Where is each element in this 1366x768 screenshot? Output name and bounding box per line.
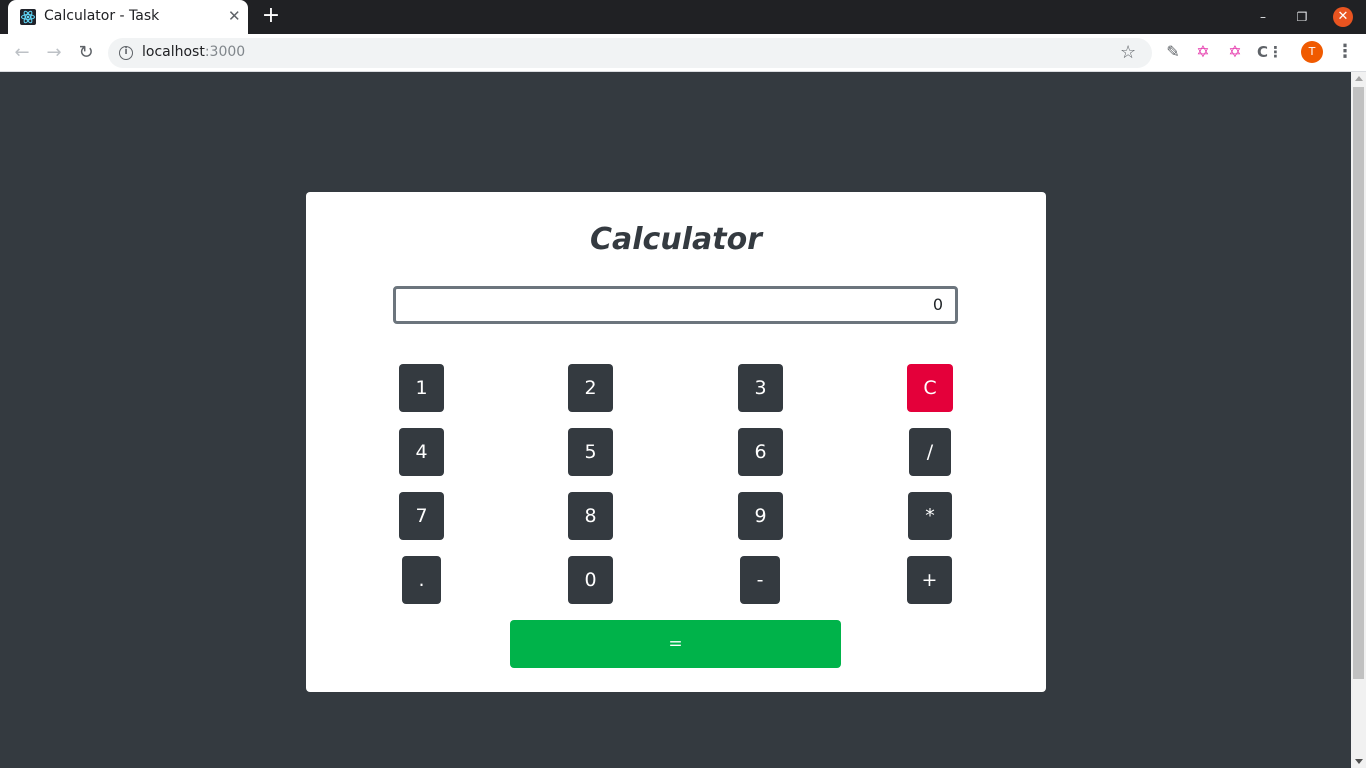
key-5-button[interactable]: 5 bbox=[568, 428, 613, 476]
forward-icon[interactable]: → bbox=[42, 41, 66, 65]
menu-icon[interactable]: ⋮ bbox=[1336, 40, 1354, 64]
key-9-button[interactable]: 9 bbox=[738, 492, 783, 540]
browser-toolbar: ← → ↻ i localhost:3000 ☆ bbox=[0, 34, 1366, 72]
graphql-extension-icon[interactable]: ✡ bbox=[1225, 42, 1245, 62]
page-title: Calculator bbox=[590, 222, 762, 257]
key-7-button[interactable]: 7 bbox=[399, 492, 444, 540]
tab-close-icon[interactable]: ✕ bbox=[228, 8, 241, 24]
window-close-button[interactable]: ✕ bbox=[1333, 7, 1353, 27]
reload-icon[interactable]: ↻ bbox=[74, 41, 98, 65]
info-icon[interactable]: i bbox=[119, 46, 133, 60]
css-extension-icon[interactable]: C⋮ bbox=[1257, 42, 1283, 62]
key-6-button[interactable]: 6 bbox=[738, 428, 783, 476]
calculator-display: 0 bbox=[393, 286, 958, 324]
calculator-card: Calculator 0 1 2 3 C 4 5 6 / 7 8 9 * . 0… bbox=[306, 192, 1046, 692]
key-1-button[interactable]: 1 bbox=[399, 364, 444, 412]
star-icon[interactable]: ☆ bbox=[1120, 42, 1136, 63]
address-bar[interactable]: i localhost:3000 ☆ bbox=[108, 38, 1152, 68]
key-3-button[interactable]: 3 bbox=[738, 364, 783, 412]
react-icon bbox=[20, 9, 36, 25]
url-port: :3000 bbox=[204, 44, 246, 60]
scroll-thumb[interactable] bbox=[1353, 87, 1364, 679]
key-2-button[interactable]: 2 bbox=[568, 364, 613, 412]
avatar[interactable]: T bbox=[1301, 41, 1323, 63]
divide-button[interactable]: / bbox=[909, 428, 951, 476]
eyedropper-extension-icon[interactable]: ✎ bbox=[1163, 42, 1183, 62]
multiply-button[interactable]: * bbox=[908, 492, 952, 540]
tab-calculator[interactable]: Calculator - Task ✕ bbox=[8, 0, 248, 34]
url-host: localhost bbox=[142, 44, 205, 60]
graphql-extension-icon[interactable]: ✡ bbox=[1193, 42, 1213, 62]
url-text: localhost:3000 bbox=[142, 44, 245, 60]
minus-button[interactable]: - bbox=[740, 556, 780, 604]
tab-strip: Calculator - Task ✕ + – ❐ ✕ bbox=[0, 0, 1366, 34]
plus-button[interactable]: + bbox=[907, 556, 952, 604]
window-maximize-button[interactable]: ❐ bbox=[1292, 7, 1312, 27]
decimal-button[interactable]: . bbox=[402, 556, 441, 604]
window-minimize-button[interactable]: – bbox=[1253, 7, 1273, 27]
key-4-button[interactable]: 4 bbox=[399, 428, 444, 476]
clear-button[interactable]: C bbox=[907, 364, 953, 412]
key-8-button[interactable]: 8 bbox=[568, 492, 613, 540]
back-icon[interactable]: ← bbox=[10, 41, 34, 65]
scrollbar[interactable] bbox=[1351, 72, 1366, 768]
scroll-down-arrow-icon[interactable] bbox=[1355, 759, 1363, 764]
key-0-button[interactable]: 0 bbox=[568, 556, 613, 604]
tab-title: Calculator - Task bbox=[44, 8, 160, 24]
equals-button[interactable]: = bbox=[510, 620, 841, 668]
scroll-up-arrow-icon[interactable] bbox=[1355, 76, 1363, 81]
new-tab-button[interactable]: + bbox=[259, 4, 283, 28]
